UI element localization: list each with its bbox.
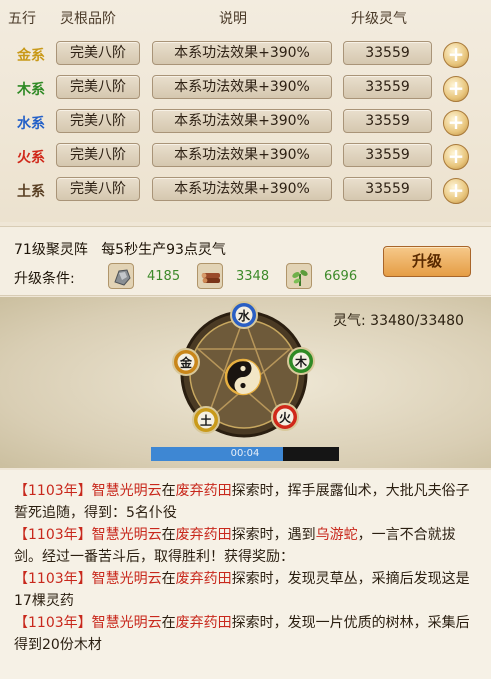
upgrade-plus-button[interactable]: + (443, 76, 469, 102)
upgrade-button[interactable]: 升级 (383, 246, 471, 277)
table-row: 水系 完美八阶 本系功法效果+390% 33559 + (0, 105, 491, 139)
video-progress-bar[interactable]: 00:04 (151, 447, 339, 461)
metal-orb-label: 金 (179, 355, 193, 370)
element-label: 金系 (17, 48, 45, 64)
element-label: 木系 (17, 82, 45, 98)
header-cost: 升级灵气 (351, 11, 407, 27)
log-entry: 【1103年】智慧光明云在废弃药田探索时，遇到乌游蛇，一言不合就拔剑。经过一番苦… (14, 527, 456, 565)
log-entry: 【1103年】智慧光明云在废弃药田探索时，挥手展露仙术，大批凡夫俗子誓死追随，得… (14, 483, 470, 521)
ore-amount: 4185 (147, 269, 181, 284)
ore-icon (108, 263, 134, 289)
grade-cell: 完美八阶 (56, 75, 140, 99)
table-row: 土系 完美八阶 本系功法效果+390% 33559 + (0, 173, 491, 207)
description-cell: 本系功法效果+390% (152, 177, 332, 201)
wood-icon (197, 263, 223, 289)
cost-cell: 33559 (343, 177, 432, 201)
description-cell: 本系功法效果+390% (152, 75, 332, 99)
herb-icon (286, 263, 312, 289)
table-row: 金系 完美八阶 本系功法效果+390% 33559 + (0, 37, 491, 71)
video-time: 00:04 (230, 448, 260, 459)
water-orb-label: 水 (238, 308, 251, 323)
formation-graphic: 水 木 火 土 金 (172, 301, 315, 438)
wood-orb-label: 木 (294, 354, 308, 369)
element-label: 火系 (17, 150, 45, 166)
herb-amount: 6696 (324, 269, 358, 284)
spirit-root-table: 五行 灵根品阶 说明 升级灵气 金系 完美八阶 本系功法效果+390% 3355… (0, 0, 491, 222)
log-entry: 【1103年】智慧光明云在废弃药田探索时，发现一片优质的树林，采集后得到20份木… (14, 615, 470, 653)
upgrade-plus-button[interactable]: + (443, 178, 469, 204)
grade-cell: 完美八阶 (56, 177, 140, 201)
upgrade-condition-label: 升级条件: (14, 271, 75, 287)
log-entry: 【1103年】智慧光明云在废弃药田探索时，发现灵草丛，采摘后发现这是17棵灵药 (14, 571, 470, 609)
grade-cell: 完美八阶 (56, 109, 140, 133)
gather-title: 71级聚灵阵 每5秒生产93点灵气 (14, 242, 226, 258)
grade-cell: 完美八阶 (56, 143, 140, 167)
cost-cell: 33559 (343, 41, 432, 65)
header-grade: 灵根品阶 (60, 11, 116, 27)
element-label: 水系 (17, 116, 45, 132)
upgrade-plus-button[interactable]: + (443, 42, 469, 68)
description-cell: 本系功法效果+390% (152, 143, 332, 167)
description-cell: 本系功法效果+390% (152, 41, 332, 65)
yin-yang-icon (224, 358, 262, 396)
description-cell: 本系功法效果+390% (152, 109, 332, 133)
upgrade-plus-button[interactable]: + (443, 110, 469, 136)
header-description: 说明 (219, 11, 247, 27)
wood-amount: 3348 (236, 269, 270, 284)
earth-orb-label: 土 (200, 413, 212, 428)
upgrade-plus-button[interactable]: + (443, 144, 469, 170)
cost-cell: 33559 (343, 75, 432, 99)
fire-orb-label: 火 (279, 411, 292, 425)
grade-cell: 完美八阶 (56, 41, 140, 65)
cost-cell: 33559 (343, 143, 432, 167)
event-log: 【1103年】智慧光明云在废弃药田探索时，挥手展露仙术，大批凡夫俗子誓死追随，得… (0, 470, 491, 679)
production-rate: 每5秒生产93点灵气 (101, 242, 226, 258)
element-label: 土系 (17, 184, 45, 200)
cost-cell: 33559 (343, 109, 432, 133)
table-row: 木系 完美八阶 本系功法效果+390% 33559 + (0, 71, 491, 105)
table-row: 火系 完美八阶 本系功法效果+390% 33559 + (0, 139, 491, 173)
header-element: 五行 (8, 11, 36, 27)
formation-scene: 灵气: 33480/33480 水 木 火 土 金 00:04 (0, 297, 491, 468)
